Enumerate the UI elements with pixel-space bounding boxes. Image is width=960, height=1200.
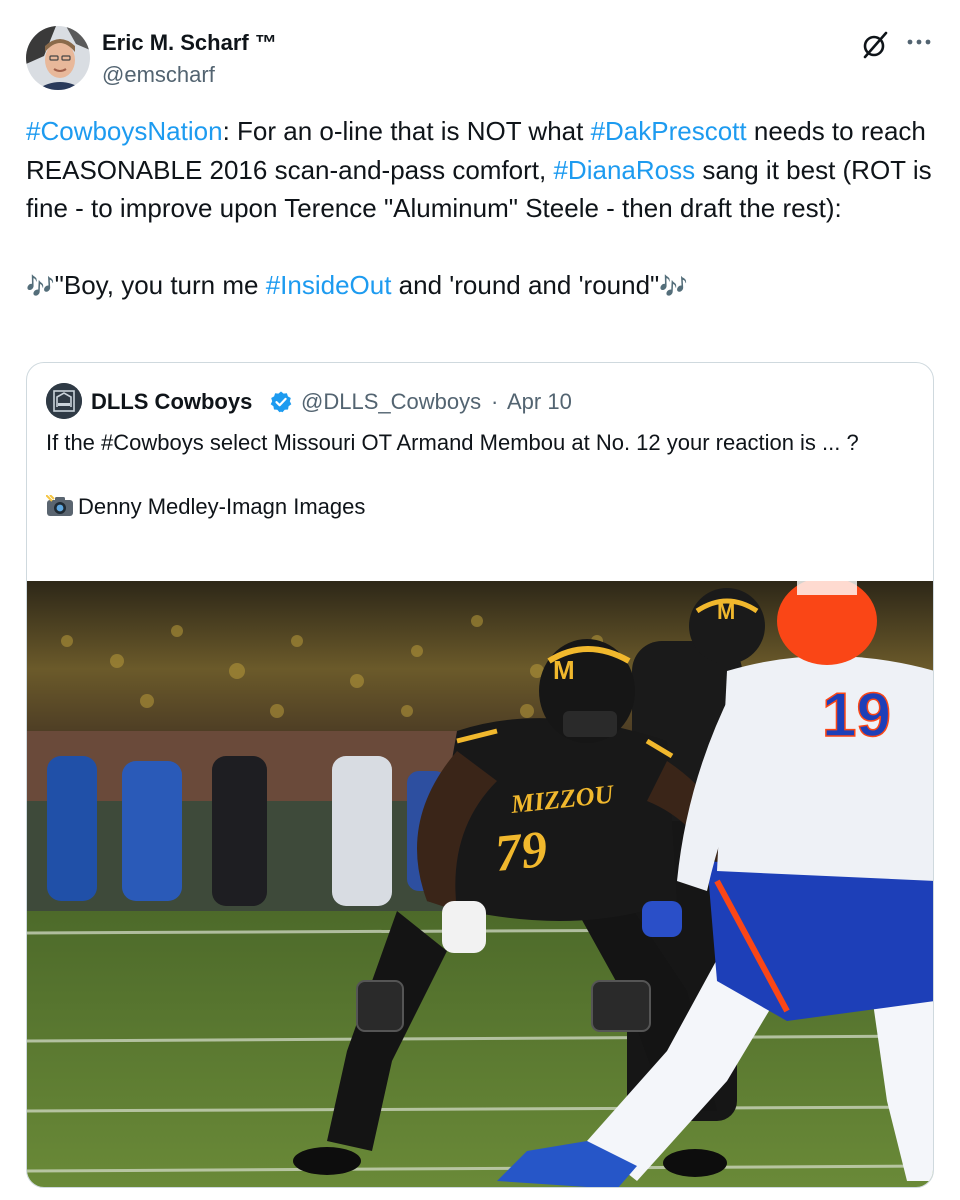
helmet-logo: M [553,655,575,685]
jersey-number-19: 19 [822,681,891,750]
quoted-tweet-card[interactable]: DLLS Cowboys @DLLS_Cowboys · Apr 10 If t… [26,362,934,1188]
quoted-author-handle[interactable]: @DLLS_Cowboys [301,389,481,415]
quoted-tweet-photo[interactable]: M M MIZZOU 79 19 [27,581,933,1187]
music-notes-icon: 🎶 [659,274,688,300]
football-photo: M M MIZZOU 79 19 [27,581,933,1187]
verified-badge-icon [269,390,293,414]
tweet: Eric M. Scharf ™ @emscharf #CowboysNatio… [0,0,960,1200]
hashtag-dakprescott[interactable]: #DakPrescott [591,116,747,146]
quoted-author-name[interactable]: DLLS Cowboys [91,389,252,415]
separator-dot: · [491,389,499,414]
tweet-text-segment: : For an o-line that is NOT what [222,116,591,146]
tweet-text: #CowboysNation: For an o-line that is NO… [26,112,936,307]
hashtag-cowboysnation[interactable]: #CowboysNation [26,116,223,146]
camera-icon [45,494,76,516]
author-handle[interactable]: @emscharf [102,62,215,88]
jersey-number-79: 79 [492,821,550,883]
tweet-text-segment: "Boy, you turn me [54,270,266,300]
tweet-paragraph-2: 🎶"Boy, you turn me #InsideOut and 'round… [26,266,936,307]
author-avatar[interactable] [26,26,90,90]
hashtag-insideout[interactable]: #InsideOut [266,270,392,300]
photo-credit-line: Denny Medley-Imagn Images [45,491,926,523]
quoted-tweet-date[interactable]: Apr 10 [507,389,572,415]
more-icon[interactable] [904,30,934,54]
quoted-tweet-text: If the #Cowboys select Missouri OT Arman… [45,427,926,523]
tweet-text-segment: and 'round and 'round" [391,270,660,300]
music-notes-icon: 🎶 [26,274,55,300]
grok-icon[interactable] [860,30,890,60]
hashtag-dianaross[interactable]: #DianaRoss [553,155,695,185]
quoted-author-avatar[interactable] [46,383,82,419]
quoted-tweet-question: If the #Cowboys select Missouri OT Arman… [46,430,859,455]
helmet-logo: M [717,599,735,624]
photo-credit: Denny Medley-Imagn Images [78,494,366,519]
tweet-paragraph-1: #CowboysNation: For an o-line that is NO… [26,112,936,228]
author-name[interactable]: Eric M. Scharf ™ [102,30,277,56]
